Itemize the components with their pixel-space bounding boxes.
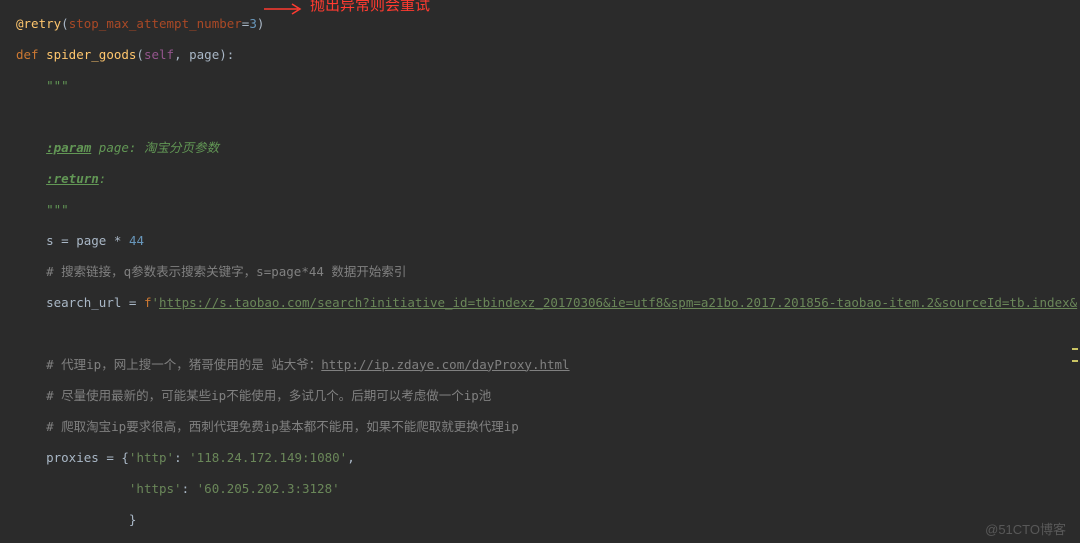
docstring: """ — [16, 202, 1080, 218]
decorator-at: @ — [16, 16, 24, 31]
url-string: https://s.taobao.com/search?initiative_i… — [159, 295, 1077, 310]
watermark: @51CTO博客 — [985, 522, 1066, 538]
comment: # 搜索链接，q参数表示搜索关键字，s=page*44 数据开始索引 — [16, 264, 1080, 280]
comment: # 尽量使用最新的，可能某些ip不能使用，多试几个。后期可以考虑做一个ip池 — [16, 388, 1080, 404]
code-line: 'https': '60.205.202.3:3128' — [16, 481, 1080, 497]
code-line: search_url = f'https://s.taobao.com/sear… — [16, 295, 1080, 311]
annotation-arrow-icon — [264, 2, 304, 16]
docstring: :param page: 淘宝分页参数 — [16, 140, 1080, 156]
code-line: def spider_goods(self, page): — [16, 47, 1080, 63]
gutter-markers — [1072, 0, 1078, 543]
kw-arg: stop_max_attempt_number — [69, 16, 242, 31]
decorator-name: retry — [24, 16, 62, 31]
code-line: } — [16, 512, 1080, 528]
code-editor[interactable]: @retry(stop_max_attempt_number=3) def sp… — [0, 0, 1080, 543]
number: 3 — [249, 16, 257, 31]
function-name: spider_goods — [46, 47, 136, 62]
comment: # 爬取淘宝ip要求很高，西刺代理免费ip基本都不能用，如果不能爬取就更换代理i… — [16, 419, 1080, 435]
code-line: @retry(stop_max_attempt_number=3) — [16, 16, 1080, 32]
comment: # 代理ip，网上搜一个，猪哥使用的是 站大爷：http://ip.zdaye.… — [16, 357, 1080, 373]
docstring: """ — [16, 78, 1080, 94]
annotation-text: 抛出异常则会重试 — [310, 0, 430, 14]
docstring: :return: — [16, 171, 1080, 187]
code-line: proxies = {'http': '118.24.172.149:1080'… — [16, 450, 1080, 466]
code-line: s = page * 44 — [16, 233, 1080, 249]
